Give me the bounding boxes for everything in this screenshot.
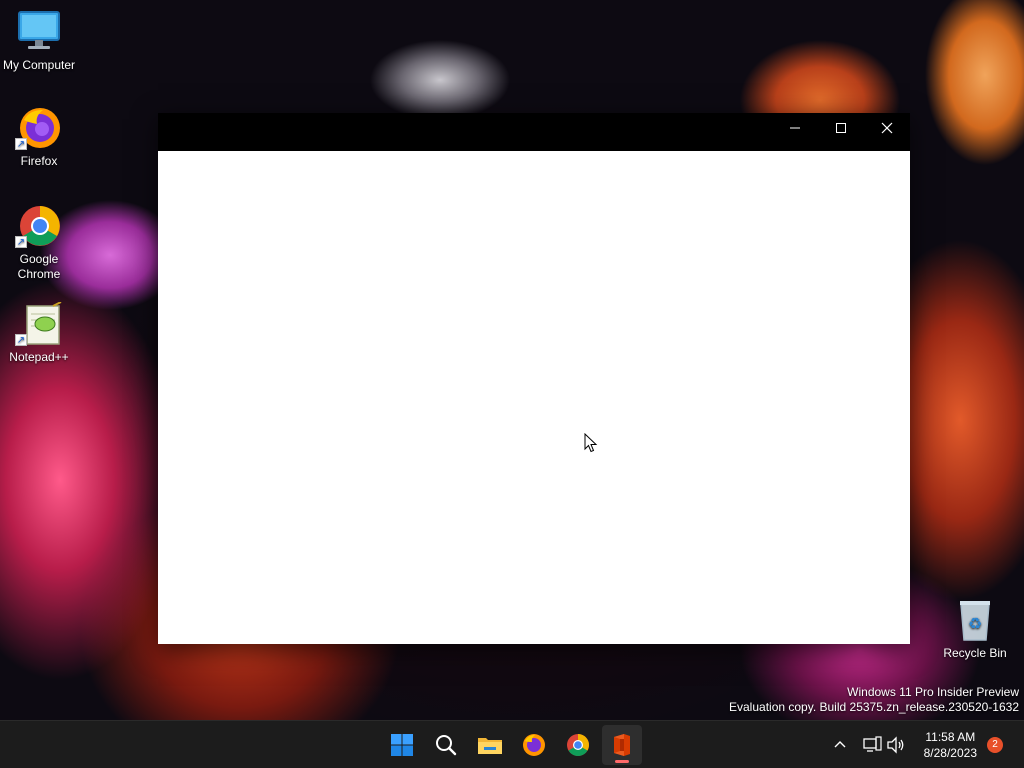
- shortcut-arrow-icon: ↗: [15, 236, 27, 248]
- evaluation-watermark: Windows 11 Pro Insider Preview Evaluatio…: [729, 685, 1019, 715]
- office-icon: [614, 734, 630, 756]
- tray-overflow-button[interactable]: [832, 721, 848, 768]
- volume-button[interactable]: [886, 721, 906, 768]
- taskbar-file-explorer[interactable]: [470, 725, 510, 765]
- firefox-icon: ↗: [15, 106, 63, 150]
- desktop-icon-label: Google Chrome: [17, 252, 61, 281]
- network-button[interactable]: [862, 721, 882, 768]
- taskbar: 11:58 AM 8/28/2023 2: [0, 720, 1024, 768]
- taskbar-clock[interactable]: 11:58 AM 8/28/2023: [924, 729, 977, 761]
- taskbar-firefox[interactable]: [514, 725, 554, 765]
- search-icon: [436, 735, 457, 756]
- firefox-icon: [523, 734, 545, 756]
- maximize-icon: [836, 123, 846, 133]
- shortcut-arrow-icon: ↗: [15, 138, 27, 150]
- recycle-bin-icon: ♻: [951, 598, 999, 642]
- app-window[interactable]: [158, 113, 910, 644]
- desktop-icon-chrome[interactable]: ↗ Google Chrome: [0, 204, 78, 282]
- taskbar-office[interactable]: [602, 725, 642, 765]
- desktop-icon-label: Notepad++: [9, 350, 69, 364]
- start-icon: [391, 734, 413, 756]
- shortcut-arrow-icon: ↗: [15, 334, 27, 346]
- notepad-plus-plus-icon: ↗: [15, 301, 63, 346]
- desktop-icon-recycle-bin[interactable]: ♻ Recycle Bin: [936, 598, 1014, 661]
- desktop-icon-label: My Computer: [2, 58, 76, 72]
- watermark-line-1: Windows 11 Pro Insider Preview: [847, 685, 1019, 699]
- taskbar-chrome[interactable]: [558, 725, 598, 765]
- mouse-cursor-icon: [584, 432, 598, 458]
- desktop-icon-label: Recycle Bin: [943, 646, 1007, 660]
- desktop-icon-label: Firefox: [20, 154, 58, 168]
- notification-badge[interactable]: 2: [987, 737, 1003, 753]
- desktop-icon-my-computer[interactable]: My Computer: [0, 10, 78, 73]
- close-button[interactable]: [864, 113, 910, 143]
- clock-time: 11:58 AM: [925, 730, 976, 744]
- monitor-icon: [15, 10, 63, 54]
- search-button[interactable]: [426, 725, 466, 765]
- start-button[interactable]: [382, 725, 422, 765]
- chrome-icon: [567, 734, 589, 756]
- desktop-icon-firefox[interactable]: ↗ Firefox: [0, 106, 78, 169]
- file-explorer-icon: [478, 738, 502, 754]
- close-icon: [881, 122, 893, 134]
- watermark-line-2: Evaluation copy. Build 25375.zn_release.…: [729, 700, 1019, 714]
- minimize-button[interactable]: [772, 113, 818, 143]
- desktop-icon-notepad-plus-plus[interactable]: ↗ Notepad++: [0, 301, 78, 365]
- clock-date: 8/28/2023: [923, 746, 977, 760]
- chevron-up-icon: [834, 741, 846, 748]
- window-content[interactable]: [158, 151, 910, 644]
- chrome-icon: ↗: [15, 204, 63, 248]
- window-titlebar[interactable]: [158, 113, 910, 151]
- maximize-button[interactable]: [818, 113, 864, 143]
- svg-text:♻: ♻: [968, 614, 982, 633]
- volume-icon: [887, 736, 904, 754]
- minimize-icon: [790, 127, 800, 129]
- network-icon: [863, 736, 882, 752]
